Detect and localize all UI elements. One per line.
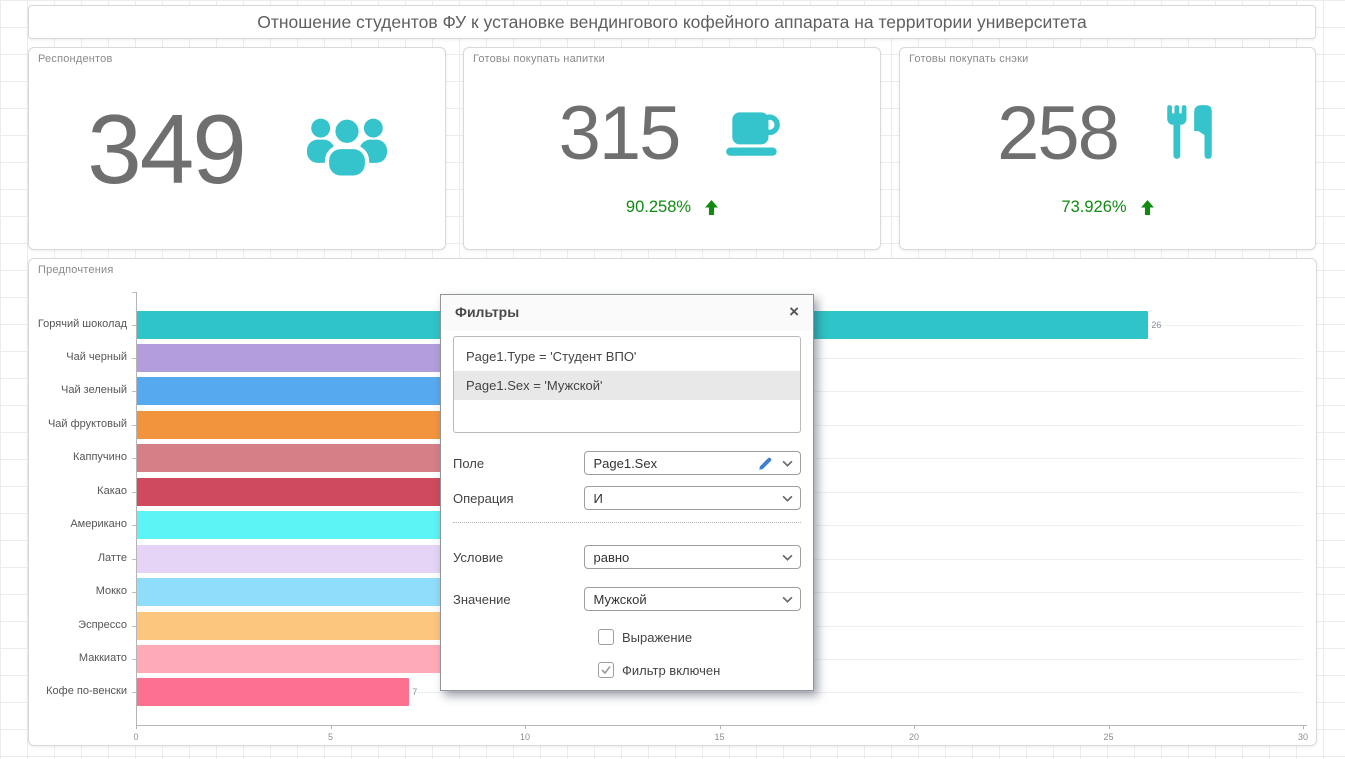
arrow-up-icon — [705, 200, 718, 215]
checkbox-row: Выражение — [598, 628, 813, 646]
chart-bar[interactable] — [137, 678, 409, 706]
category-label: Маккиато — [29, 652, 127, 664]
chevron-down-icon — [782, 596, 793, 603]
category-label: Эспрессо — [29, 619, 127, 631]
chevron-down-icon — [782, 495, 793, 502]
x-axis-tick-label: 25 — [1103, 732, 1113, 742]
x-axis-tick — [914, 725, 915, 729]
checkbox-group: Выражение Фильтр включен — [441, 628, 813, 679]
x-axis-tick-label: 10 — [520, 732, 530, 742]
kpi-value: 315 — [559, 96, 680, 172]
x-axis-tick — [720, 725, 721, 729]
select-value: Page1.Sex — [593, 456, 758, 471]
arrow-up-icon — [1141, 200, 1154, 215]
kpi-card-title: Респондентов — [38, 53, 113, 65]
dotted-divider — [453, 522, 801, 523]
bar-value-label: 7 — [412, 687, 417, 697]
select-value: И — [593, 491, 782, 506]
kpi-card-respondents: Респондентов 349 — [28, 47, 446, 250]
category-label: Чай фруктовый — [29, 418, 127, 430]
field-select-0[interactable]: Page1.Sex — [584, 451, 801, 475]
field-select-2[interactable]: равно — [584, 545, 801, 569]
select-value: равно — [593, 550, 782, 565]
kpi-main-row: 349 — [29, 48, 445, 249]
utensils-icon — [1162, 103, 1218, 166]
kpi-card-drinks: Готовы покупать напитки 315 90.258% — [463, 47, 881, 250]
x-axis-tick — [136, 725, 137, 729]
filter-field-row: Операция И — [453, 486, 801, 510]
filter-list-item[interactable]: Page1.Type = 'Студент ВПО' — [454, 342, 800, 371]
y-axis-line — [136, 292, 137, 725]
edit-pencil-icon[interactable] — [758, 456, 773, 471]
category-label: Латте — [29, 552, 127, 564]
checkbox-unchecked[interactable] — [598, 629, 614, 645]
kpi-card-title: Готовы покупать напитки — [473, 53, 605, 65]
chart-bar[interactable] — [137, 645, 448, 673]
kpi-value: 349 — [87, 100, 245, 198]
checkbox-row: Фильтр включен — [598, 661, 813, 679]
x-axis-tick — [525, 725, 526, 729]
field-label: Значение — [453, 592, 584, 607]
checkbox-label: Выражение — [622, 630, 692, 645]
x-axis-tick — [1303, 725, 1304, 729]
y-axis-top-tick — [132, 292, 136, 293]
kpi-main-row: 258 — [900, 96, 1315, 172]
filter-list: Page1.Type = 'Студент ВПО'Page1.Sex = 'М… — [453, 336, 801, 433]
category-label: Мокко — [29, 585, 127, 597]
x-axis-line — [136, 725, 1307, 726]
kpi-card-snacks: Готовы покупать снэки 258 73.926% — [899, 47, 1316, 250]
chevron-down-icon — [782, 554, 793, 561]
x-axis-tick — [1109, 725, 1110, 729]
field-group-top: Поле Page1.Sex Операция И — [441, 451, 813, 510]
chart-bar[interactable] — [137, 612, 487, 640]
kpi-percent: 73.926% — [1061, 198, 1126, 217]
kpi-value: 258 — [997, 96, 1118, 172]
dashboard-title-bar: Отношение студентов ФУ к установке венди… — [28, 5, 1316, 39]
x-axis-tick — [331, 725, 332, 729]
field-label: Поле — [453, 456, 584, 471]
category-label: Чай черный — [29, 351, 127, 363]
people-group-icon — [307, 112, 387, 185]
category-label: Американо — [29, 518, 127, 530]
category-label: Какао — [29, 485, 127, 497]
filter-field-row: Поле Page1.Sex — [453, 451, 801, 475]
x-axis-tick-label: 15 — [714, 732, 724, 742]
close-icon[interactable]: × — [789, 304, 799, 319]
checkbox-checked[interactable] — [598, 662, 614, 678]
dashboard-title: Отношение студентов ФУ к установке венди… — [29, 6, 1315, 38]
x-axis-tick-label: 5 — [328, 732, 333, 742]
field-label: Операция — [453, 491, 584, 506]
select-value: Мужской — [593, 592, 782, 607]
kpi-main-row: 315 — [464, 96, 880, 172]
category-label: Горячий шоколад — [29, 318, 127, 330]
category-label: Каппучино — [29, 451, 127, 463]
chevron-down-icon — [782, 460, 793, 467]
kpi-percent: 90.258% — [626, 198, 691, 217]
field-label: Условие — [453, 550, 584, 565]
category-label: Чай зеленый — [29, 384, 127, 396]
dialog-header: Фильтры × — [441, 295, 813, 331]
field-group-bottom: Условие равно Значение Мужской — [441, 545, 813, 611]
field-select-3[interactable]: Мужской — [584, 587, 801, 611]
x-axis-tick-label: 0 — [133, 732, 138, 742]
filter-field-row: Условие равно — [453, 545, 801, 569]
category-label: Кофе по-венски — [29, 685, 127, 697]
kpi-trend-row: 73.926% — [900, 198, 1315, 217]
coffee-cup-icon — [723, 105, 785, 164]
kpi-trend-row: 90.258% — [464, 198, 880, 217]
x-axis-tick-label: 30 — [1298, 732, 1308, 742]
field-select-1[interactable]: И — [584, 486, 801, 510]
filters-dialog: Фильтры × Page1.Type = 'Студент ВПО'Page… — [440, 294, 814, 691]
filter-list-item[interactable]: Page1.Sex = 'Мужской' — [454, 371, 800, 400]
kpi-card-title: Готовы покупать снэки — [909, 53, 1028, 65]
dialog-title: Фильтры — [455, 304, 519, 320]
x-axis-tick-label: 20 — [909, 732, 919, 742]
checkbox-label: Фильтр включен — [622, 663, 720, 678]
bar-value-label: 26 — [1151, 320, 1161, 330]
filter-field-row: Значение Мужской — [453, 587, 801, 611]
